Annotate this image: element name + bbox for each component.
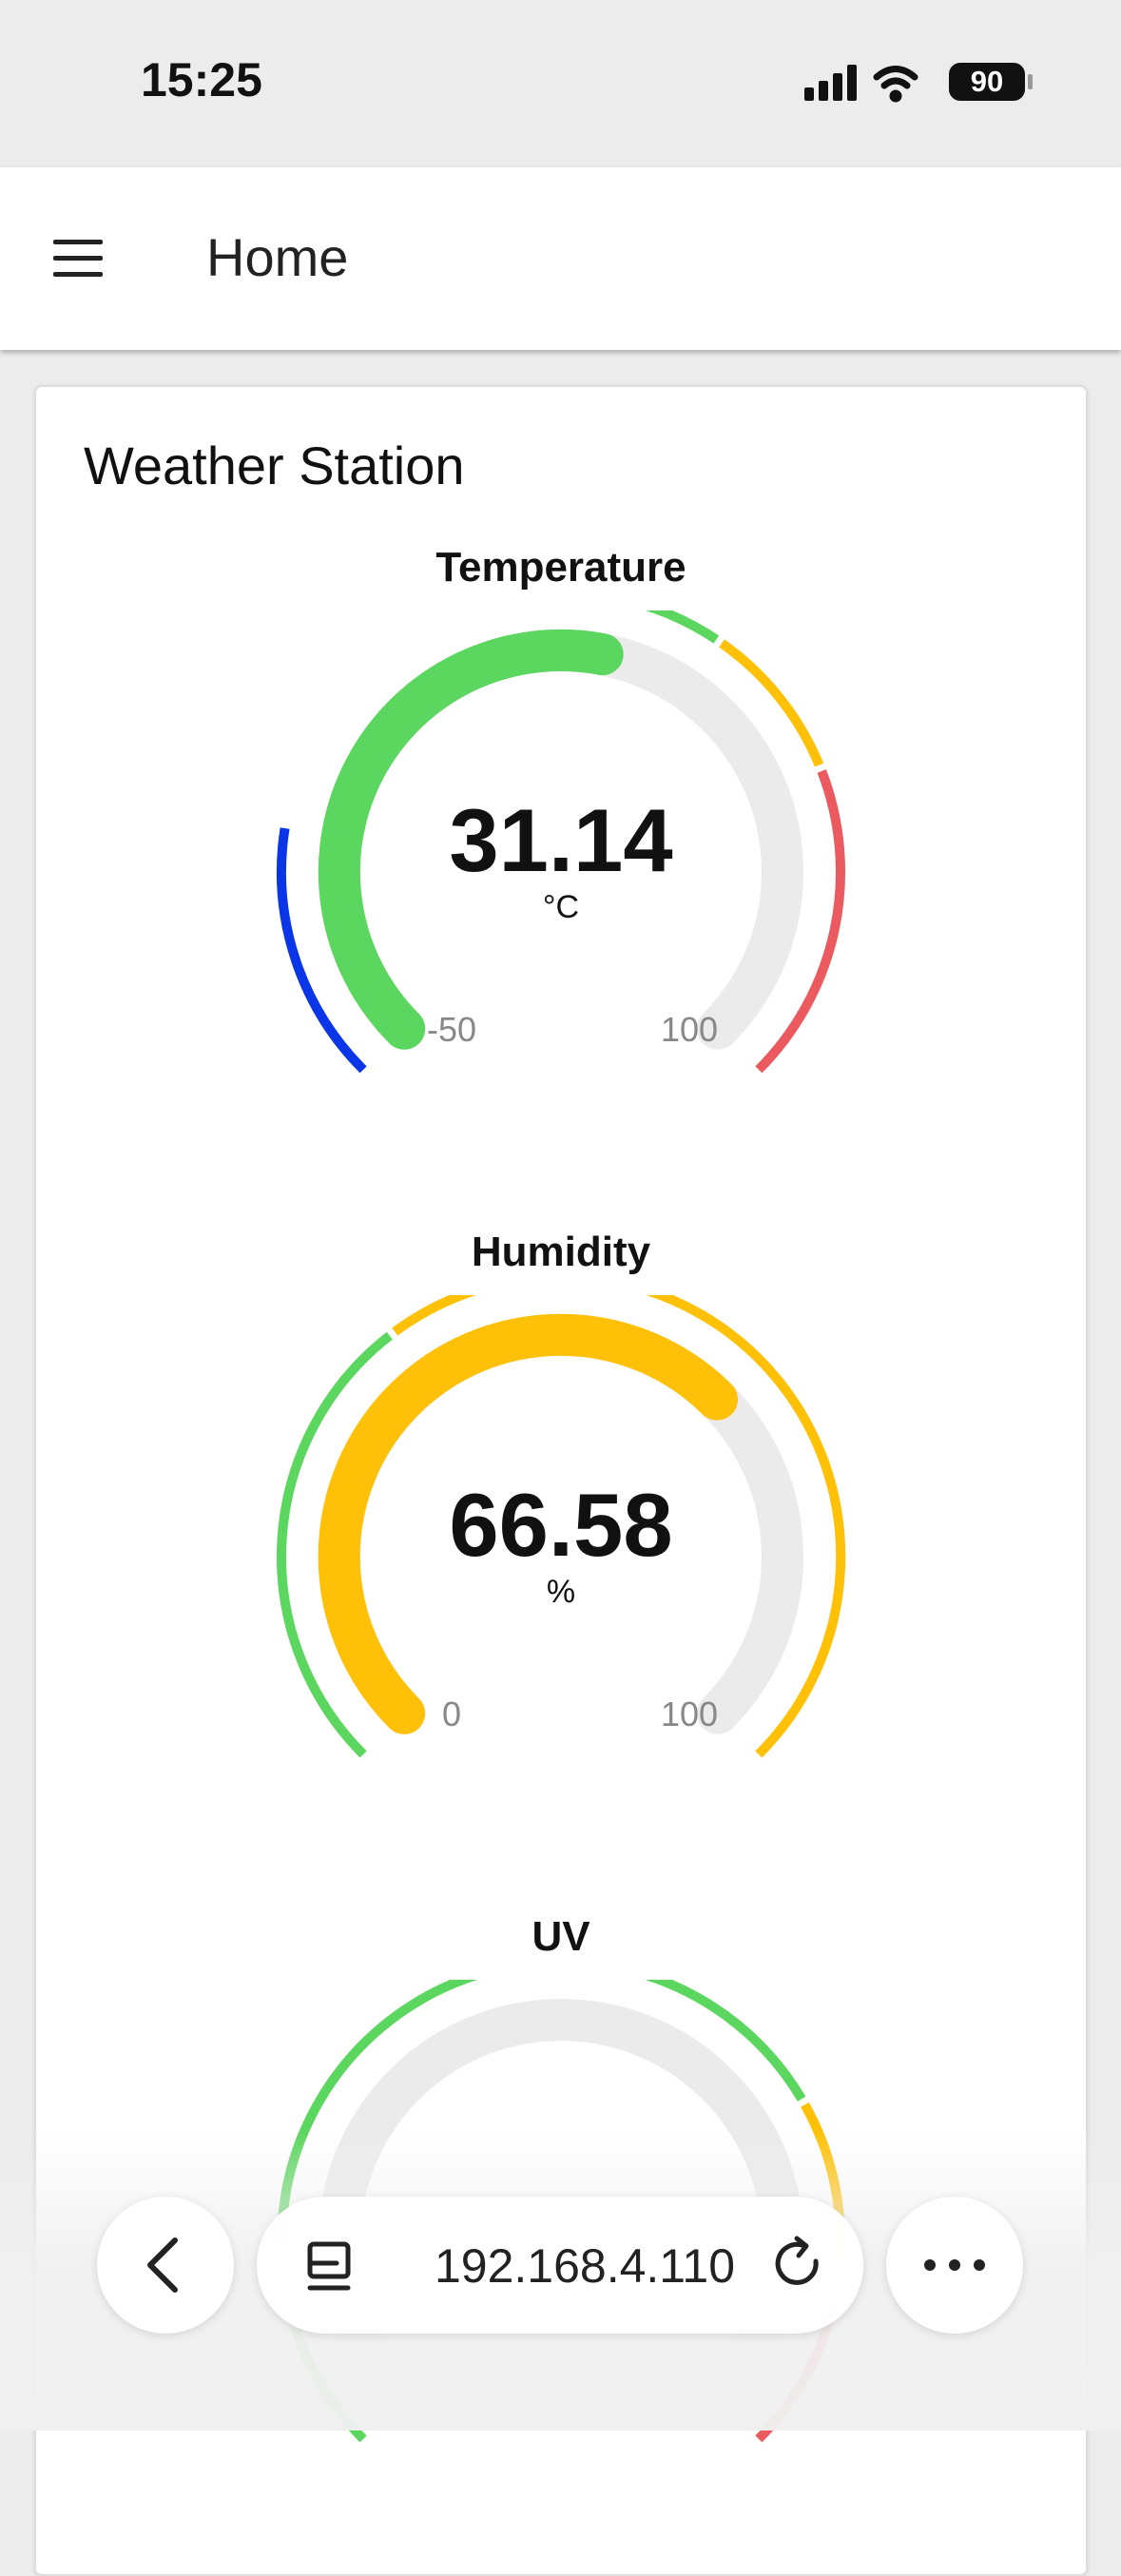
gauge-max: 100 (660, 1010, 719, 1049)
ellipsis-icon (924, 2259, 985, 2271)
card-title: Weather Station (84, 436, 465, 495)
more-button[interactable] (886, 2197, 1023, 2334)
gauge-unit: °C (542, 889, 580, 925)
gauge-value: 31.14 (449, 790, 673, 890)
gauge-min: 0 (441, 1695, 462, 1733)
address-bar[interactable]: 192.168.4.110 (257, 2197, 863, 2334)
page-title: Home (206, 227, 349, 287)
cellular-signal-icon (804, 65, 857, 101)
battery-icon: 90 (949, 63, 1025, 101)
page-menu-icon (307, 2241, 351, 2291)
temperature-gauge: Temperature 31.14 °C -50 100 (252, 544, 870, 1152)
chevron-left-icon (147, 2237, 178, 2293)
gauge-value: 66.58 (449, 1475, 673, 1575)
humidity-gauge: Humidity 66.58 % 0 100 (252, 1229, 870, 1837)
reload-icon[interactable] (768, 2197, 835, 2334)
status-icons: 90 (801, 59, 1033, 107)
gauge-max: 100 (660, 1695, 719, 1733)
status-bar: 15:25 90 (0, 0, 1121, 167)
gauge-min: -50 (426, 1010, 477, 1049)
app-bar: Home (0, 167, 1121, 350)
menu-icon[interactable] (49, 236, 110, 281)
gauge-unit: % (546, 1574, 576, 1610)
gauge-label: UV (532, 1913, 590, 1960)
signal-wifi-icons (804, 65, 918, 103)
status-time: 15:25 (141, 53, 262, 107)
battery-cap (1028, 74, 1033, 89)
gauge-label: Temperature (435, 544, 686, 591)
gauge-label: Humidity (471, 1229, 651, 1275)
url-text: 192.168.4.110 (434, 2239, 736, 2293)
wifi-icon (873, 66, 918, 103)
back-button[interactable] (97, 2197, 234, 2334)
